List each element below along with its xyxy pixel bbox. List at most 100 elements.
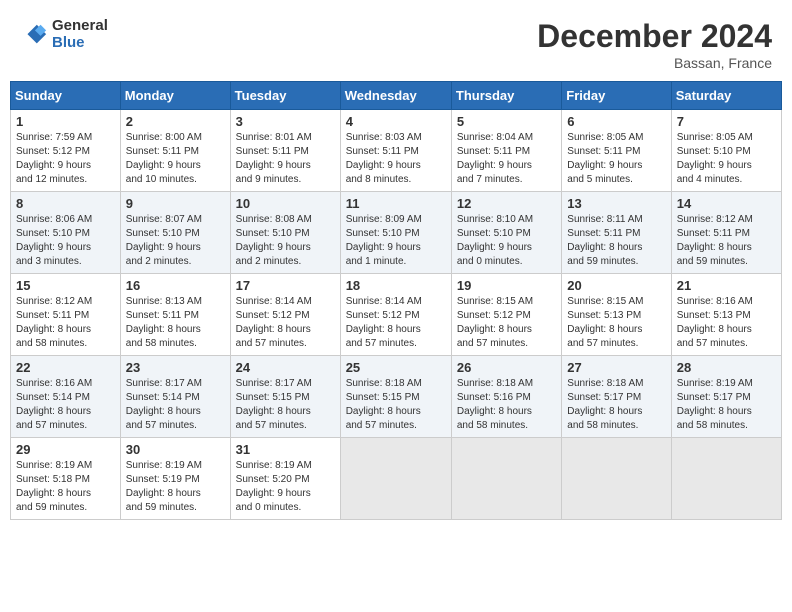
day-info: Sunrise: 8:19 AM Sunset: 5:18 PM Dayligh… [16, 459, 115, 515]
day-number: 27 [567, 360, 665, 375]
weekday-tuesday: Tuesday [230, 82, 340, 110]
week-row-3: 15 Sunrise: 8:12 AM Sunset: 5:11 PM Dayli… [11, 274, 782, 356]
day-cell: 29 Sunrise: 8:19 AM Sunset: 5:18 PM Dayli… [11, 438, 121, 520]
day-number: 17 [236, 278, 335, 293]
day-cell: 19Sunrise: 8:15 AM Sunset: 5:12 PM Dayli… [451, 274, 561, 356]
header: General Blue December 2024 Bassan, Franc… [10, 10, 782, 75]
logo-icon [20, 21, 48, 49]
day-info: Sunrise: 8:07 AM Sunset: 5:10 PM Dayligh… [126, 213, 225, 269]
week-row-4: 22Sunrise: 8:16 AM Sunset: 5:14 PM Dayli… [11, 356, 782, 438]
day-number: 10 [236, 196, 335, 211]
logo-text-line1: General [52, 18, 108, 35]
day-info: Sunrise: 8:17 AM Sunset: 5:14 PM Dayligh… [126, 377, 225, 433]
day-cell: 14 Sunrise: 8:12 AM Sunset: 5:11 PM Dayli… [671, 192, 781, 274]
day-number: 18 [346, 278, 446, 293]
day-cell: 3 Sunrise: 8:01 AM Sunset: 5:11 PM Daylig… [230, 110, 340, 192]
weekday-header-row: SundayMondayTuesdayWednesdayThursdayFrid… [11, 82, 782, 110]
day-info: Sunrise: 8:05 AM Sunset: 5:10 PM Dayligh… [677, 131, 776, 187]
weekday-thursday: Thursday [451, 82, 561, 110]
day-number: 20 [567, 278, 665, 293]
day-number: 13 [567, 196, 665, 211]
week-row-1: 1Sunrise: 7:59 AM Sunset: 5:12 PM Daylig… [11, 110, 782, 192]
day-number: 8 [16, 196, 115, 211]
day-number: 9 [126, 196, 225, 211]
day-cell: 16 Sunrise: 8:13 AM Sunset: 5:11 PM Dayli… [120, 274, 230, 356]
day-cell: 12Sunrise: 8:10 AM Sunset: 5:10 PM Dayli… [451, 192, 561, 274]
day-cell: 15 Sunrise: 8:12 AM Sunset: 5:11 PM Dayli… [11, 274, 121, 356]
day-number: 3 [236, 114, 335, 129]
day-number: 31 [236, 442, 335, 457]
day-info: Sunrise: 8:01 AM Sunset: 5:11 PM Dayligh… [236, 131, 335, 187]
day-cell: 28 Sunrise: 8:19 AM Sunset: 5:17 PM Dayli… [671, 356, 781, 438]
day-info: Sunrise: 8:04 AM Sunset: 5:11 PM Dayligh… [457, 131, 556, 187]
day-info: Sunrise: 8:16 AM Sunset: 5:14 PM Dayligh… [16, 377, 115, 433]
day-cell: 9 Sunrise: 8:07 AM Sunset: 5:10 PM Daylig… [120, 192, 230, 274]
logo-text-line2: Blue [52, 35, 108, 52]
day-cell: 6 Sunrise: 8:05 AM Sunset: 5:11 PM Daylig… [562, 110, 671, 192]
day-info: Sunrise: 8:06 AM Sunset: 5:10 PM Dayligh… [16, 213, 115, 269]
week-row-5: 29 Sunrise: 8:19 AM Sunset: 5:18 PM Dayli… [11, 438, 782, 520]
day-cell: 13 Sunrise: 8:11 AM Sunset: 5:11 PM Dayli… [562, 192, 671, 274]
day-info: Sunrise: 8:14 AM Sunset: 5:12 PM Dayligh… [346, 295, 446, 351]
day-number: 16 [126, 278, 225, 293]
day-number: 25 [346, 360, 446, 375]
day-number: 29 [16, 442, 115, 457]
weekday-saturday: Saturday [671, 82, 781, 110]
calendar: SundayMondayTuesdayWednesdayThursdayFrid… [10, 81, 782, 520]
day-cell: 24 Sunrise: 8:17 AM Sunset: 5:15 PM Dayli… [230, 356, 340, 438]
day-cell: 30Sunrise: 8:19 AM Sunset: 5:19 PM Dayli… [120, 438, 230, 520]
day-number: 4 [346, 114, 446, 129]
day-cell: 20Sunrise: 8:15 AM Sunset: 5:13 PM Dayli… [562, 274, 671, 356]
day-cell: 27Sunrise: 8:18 AM Sunset: 5:17 PM Dayli… [562, 356, 671, 438]
day-cell: 26Sunrise: 8:18 AM Sunset: 5:16 PM Dayli… [451, 356, 561, 438]
location: Bassan, France [537, 55, 772, 71]
day-info: Sunrise: 8:05 AM Sunset: 5:11 PM Dayligh… [567, 131, 665, 187]
weekday-wednesday: Wednesday [340, 82, 451, 110]
day-info: Sunrise: 8:12 AM Sunset: 5:11 PM Dayligh… [16, 295, 115, 351]
day-cell: 17Sunrise: 8:14 AM Sunset: 5:12 PM Dayli… [230, 274, 340, 356]
day-cell: 11Sunrise: 8:09 AM Sunset: 5:10 PM Dayli… [340, 192, 451, 274]
weekday-friday: Friday [562, 82, 671, 110]
day-info: Sunrise: 8:11 AM Sunset: 5:11 PM Dayligh… [567, 213, 665, 269]
day-info: Sunrise: 8:13 AM Sunset: 5:11 PM Dayligh… [126, 295, 225, 351]
day-number: 24 [236, 360, 335, 375]
day-cell: 25 Sunrise: 8:18 AM Sunset: 5:15 PM Dayli… [340, 356, 451, 438]
day-number: 15 [16, 278, 115, 293]
day-info: Sunrise: 8:18 AM Sunset: 5:16 PM Dayligh… [457, 377, 556, 433]
day-cell [562, 438, 671, 520]
day-cell: 10 Sunrise: 8:08 AM Sunset: 5:10 PM Dayli… [230, 192, 340, 274]
day-info: Sunrise: 8:08 AM Sunset: 5:10 PM Dayligh… [236, 213, 335, 269]
weekday-sunday: Sunday [11, 82, 121, 110]
day-info: Sunrise: 8:12 AM Sunset: 5:11 PM Dayligh… [677, 213, 776, 269]
month-title: December 2024 [537, 18, 772, 55]
day-info: Sunrise: 8:00 AM Sunset: 5:11 PM Dayligh… [126, 131, 225, 187]
day-number: 28 [677, 360, 776, 375]
day-number: 6 [567, 114, 665, 129]
day-number: 14 [677, 196, 776, 211]
day-number: 21 [677, 278, 776, 293]
day-info: Sunrise: 8:16 AM Sunset: 5:13 PM Dayligh… [677, 295, 776, 351]
day-cell: 7Sunrise: 8:05 AM Sunset: 5:10 PM Daylig… [671, 110, 781, 192]
day-info: Sunrise: 8:18 AM Sunset: 5:15 PM Dayligh… [346, 377, 446, 433]
day-cell: 2 Sunrise: 8:00 AM Sunset: 5:11 PM Daylig… [120, 110, 230, 192]
day-number: 2 [126, 114, 225, 129]
day-number: 23 [126, 360, 225, 375]
day-number: 11 [346, 196, 446, 211]
logo: General Blue [20, 18, 108, 51]
day-cell: 21 Sunrise: 8:16 AM Sunset: 5:13 PM Dayli… [671, 274, 781, 356]
day-cell: 1Sunrise: 7:59 AM Sunset: 5:12 PM Daylig… [11, 110, 121, 192]
day-number: 5 [457, 114, 556, 129]
day-cell: 23 Sunrise: 8:17 AM Sunset: 5:14 PM Dayli… [120, 356, 230, 438]
day-cell: 31Sunrise: 8:19 AM Sunset: 5:20 PM Dayli… [230, 438, 340, 520]
day-cell: 5 Sunrise: 8:04 AM Sunset: 5:11 PM Daylig… [451, 110, 561, 192]
day-info: Sunrise: 8:17 AM Sunset: 5:15 PM Dayligh… [236, 377, 335, 433]
day-info: Sunrise: 7:59 AM Sunset: 5:12 PM Dayligh… [16, 131, 115, 187]
day-cell [451, 438, 561, 520]
day-info: Sunrise: 8:19 AM Sunset: 5:19 PM Dayligh… [126, 459, 225, 515]
day-info: Sunrise: 8:03 AM Sunset: 5:11 PM Dayligh… [346, 131, 446, 187]
day-info: Sunrise: 8:15 AM Sunset: 5:12 PM Dayligh… [457, 295, 556, 351]
week-row-2: 8 Sunrise: 8:06 AM Sunset: 5:10 PM Daylig… [11, 192, 782, 274]
day-cell: 18 Sunrise: 8:14 AM Sunset: 5:12 PM Dayli… [340, 274, 451, 356]
day-info: Sunrise: 8:19 AM Sunset: 5:17 PM Dayligh… [677, 377, 776, 433]
day-cell: 4 Sunrise: 8:03 AM Sunset: 5:11 PM Daylig… [340, 110, 451, 192]
